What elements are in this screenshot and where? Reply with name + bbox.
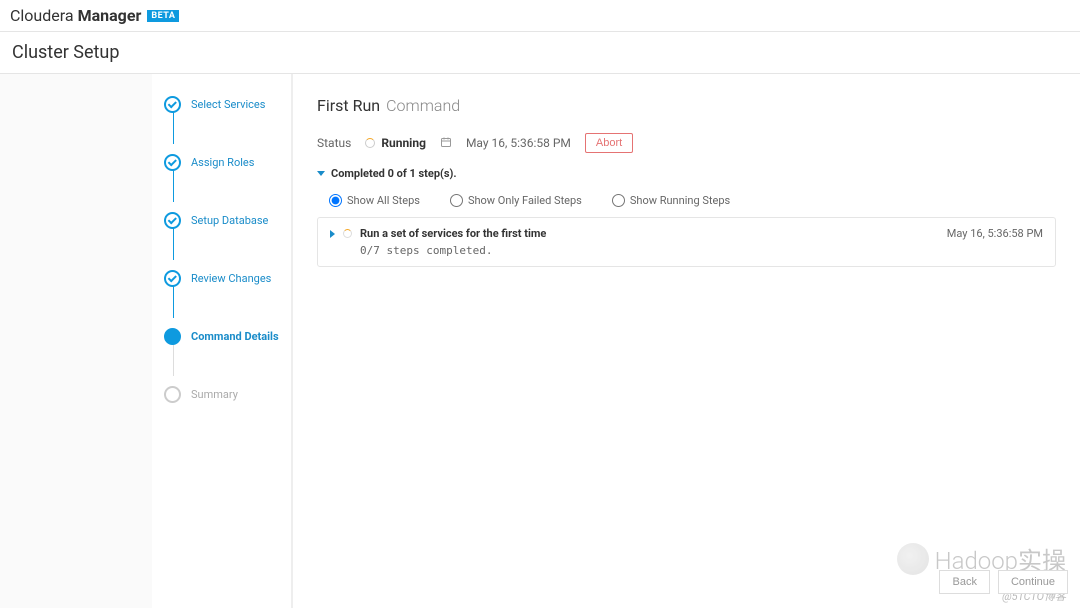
page-title: First Run Command [317,96,1056,115]
radio-failed[interactable] [450,194,463,207]
radio-running[interactable] [612,194,625,207]
pending-step-icon [164,386,181,403]
step-command-details[interactable]: Command Details [152,326,291,346]
task-time: May 16, 5:36:58 PM [947,227,1043,240]
task-card: Run a set of services for the first time… [317,217,1056,267]
chevron-right-icon[interactable] [330,230,335,238]
brand-cloudera: Cloudera [10,6,74,25]
step-select-services[interactable]: Select Services [152,94,291,114]
check-icon [164,212,181,229]
task-progress: 0/7 steps completed. [360,244,939,257]
filter-label: Show Running Steps [630,194,730,207]
filter-running[interactable]: Show Running Steps [612,194,730,207]
check-icon [164,96,181,113]
footer-nav: Back Continue [939,570,1068,594]
step-summary: Summary [152,384,291,404]
filter-failed[interactable]: Show Only Failed Steps [450,194,582,207]
page-subtitle: Cluster Setup [0,32,1080,74]
abort-button[interactable]: Abort [585,133,633,153]
current-step-icon [164,328,181,345]
radio-all[interactable] [329,194,342,207]
check-icon [164,270,181,287]
completed-summary: Completed 0 of 1 step(s). [331,167,457,180]
brand-manager: Manager [78,6,142,25]
completed-toggle[interactable]: Completed 0 of 1 step(s). [317,167,1056,180]
content-panel: First Run Command Status Running May 16,… [292,74,1080,608]
step-label: Setup Database [191,214,268,227]
step-setup-database[interactable]: Setup Database [152,210,291,230]
status-row: Status Running May 16, 5:36:58 PM Abort [317,133,1056,153]
spinner-icon [343,229,352,238]
calendar-icon [440,136,452,151]
status-label: Status [317,136,351,150]
top-bar: Cloudera Manager BETA [0,0,1080,32]
step-label: Command Details [191,330,279,343]
spinner-icon [365,138,375,148]
task-title: Run a set of services for the first time [360,227,939,240]
step-label: Select Services [191,98,265,111]
step-assign-roles[interactable]: Assign Roles [152,152,291,172]
main-layout: Select Services Assign Roles Setup Datab… [0,74,1080,608]
status-timestamp: May 16, 5:36:58 PM [466,136,571,150]
filter-label: Show Only Failed Steps [468,194,582,207]
beta-badge: BETA [147,10,179,22]
continue-button[interactable]: Continue [998,570,1068,594]
chevron-down-icon [317,171,325,176]
status-value: Running [381,136,426,150]
title-main: First Run [317,96,380,115]
title-sub: Command [386,96,460,115]
back-button[interactable]: Back [939,570,989,594]
task-body: Run a set of services for the first time… [360,227,939,257]
stepper-sidebar: Select Services Assign Roles Setup Datab… [152,74,292,608]
step-review-changes[interactable]: Review Changes [152,268,291,288]
step-label: Assign Roles [191,156,254,169]
step-label: Summary [191,388,238,401]
check-icon [164,154,181,171]
filter-label: Show All Steps [347,194,420,207]
filter-all[interactable]: Show All Steps [329,194,420,207]
step-label: Review Changes [191,272,271,285]
filter-row: Show All Steps Show Only Failed Steps Sh… [317,194,1056,207]
left-gutter [0,74,152,608]
